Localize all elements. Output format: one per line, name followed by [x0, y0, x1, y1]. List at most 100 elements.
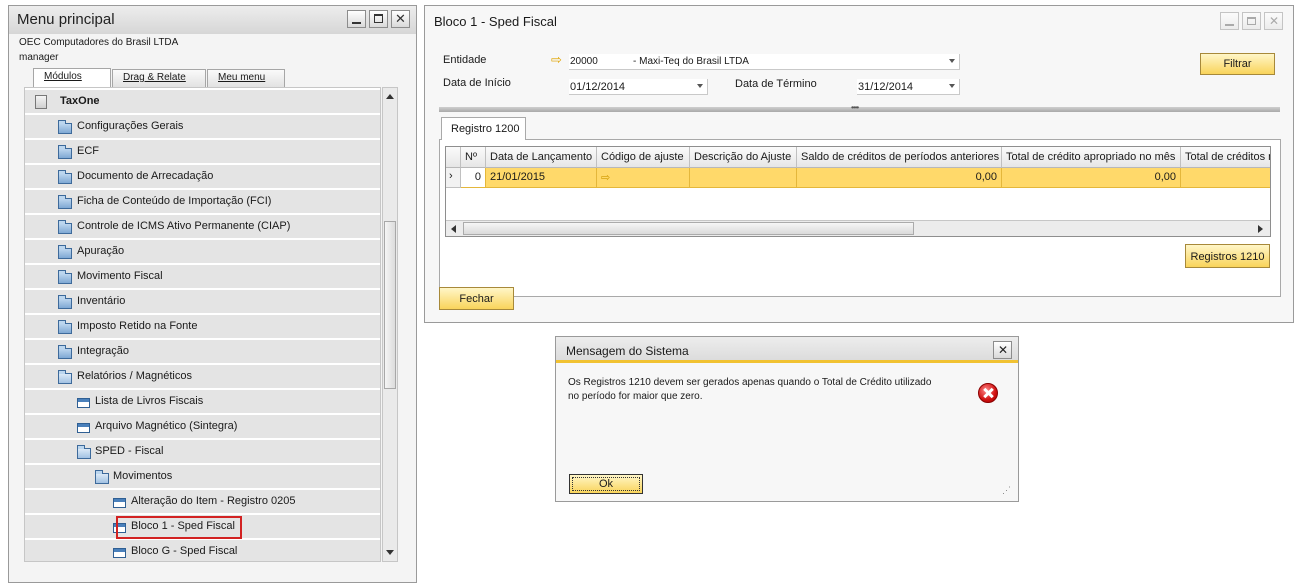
registros-1210-button[interactable]: Registros 1210 — [1185, 244, 1270, 268]
tree-item-fci[interactable]: Ficha de Conteúdo de Importação (FCI) — [25, 190, 380, 214]
close-button[interactable]: ✕ — [993, 341, 1012, 359]
column-header[interactable]: Código de ajuste — [597, 147, 690, 168]
scroll-down-icon[interactable] — [386, 550, 394, 555]
folder-icon — [58, 170, 72, 184]
minimize-button[interactable] — [1220, 12, 1239, 30]
tree-item-ciap[interactable]: Controle de ICMS Ativo Permanente (CIAP) — [25, 215, 380, 239]
tree-item-taxone[interactable]: TaxOne — [25, 90, 380, 114]
row-selector[interactable]: › — [446, 168, 461, 188]
tree-item-documento-arrecadacao[interactable]: Documento de Arrecadação — [25, 165, 380, 189]
column-header[interactable]: Nº — [461, 147, 486, 168]
scroll-up-icon[interactable] — [386, 94, 394, 99]
message-line: Os Registros 1210 devem ser gerados apen… — [568, 377, 932, 388]
tab-registro-1200[interactable]: Registro 1200 — [441, 117, 526, 140]
tree-item-label: Movimentos — [113, 470, 173, 482]
tree-item-configuracoes-gerais[interactable]: Configurações Gerais — [25, 115, 380, 139]
system-message-dialog: Mensagem do Sistema ✕ Os Registros 1210 … — [555, 336, 1019, 502]
cell-num[interactable]: 0 — [461, 168, 486, 188]
tree-item-inventario[interactable]: Inventário — [25, 290, 380, 314]
tree-item-apuracao[interactable]: Apuração — [25, 240, 380, 264]
tree-item-label: Alteração do Item - Registro 0205 — [131, 495, 296, 507]
chevron-down-icon — [949, 84, 955, 88]
grid-scroll-thumb[interactable] — [463, 222, 914, 235]
cell-total-creditos[interactable] — [1181, 168, 1270, 188]
tree-item-label: Configurações Gerais — [77, 120, 184, 132]
menu-tabs: Módulos Drag & Relate Meu menu — [33, 68, 286, 87]
column-header[interactable]: Total de créditos r — [1181, 147, 1270, 168]
entidade-name: - Maxi-Teq do Brasil LTDA — [633, 56, 749, 67]
menu-scroll-thumb[interactable] — [384, 221, 396, 389]
tree-item-label: Imposto Retido na Fonte — [77, 320, 198, 332]
tree-item-movimentos[interactable]: Movimentos — [25, 465, 380, 489]
fechar-button[interactable]: Fechar — [439, 287, 514, 310]
tree-item-arquivo-magnetico[interactable]: Arquivo Magnético (Sintegra) — [25, 415, 380, 439]
maximize-button[interactable] — [369, 10, 388, 28]
tree-item-relatorios-magneticos[interactable]: Relatórios / Magnéticos — [25, 365, 380, 389]
splitter[interactable]: •••• — [439, 103, 1280, 112]
tree-item-label: ECF — [77, 145, 99, 157]
entidade-select[interactable]: 20000 - Maxi-Teq do Brasil LTDA — [569, 54, 960, 70]
main-menu-window: Menu principal ✕ OEC Computadores do Bra… — [8, 5, 417, 583]
company-name: OEC Computadores do Brasil LTDA — [19, 37, 179, 48]
tree-item-label: Bloco G - Sped Fiscal — [131, 545, 238, 557]
close-icon: ✕ — [395, 11, 406, 26]
close-button[interactable]: ✕ — [1264, 12, 1283, 30]
tree-item-label: Relatórios / Magnéticos — [77, 370, 192, 382]
scroll-right-icon[interactable] — [1258, 225, 1263, 233]
cell-codigo[interactable]: ⇨ — [597, 168, 690, 188]
minimize-icon — [352, 22, 361, 24]
menu-scrollbar[interactable] — [382, 87, 398, 562]
close-button[interactable]: ✕ — [391, 10, 410, 28]
minimize-icon — [1225, 24, 1234, 26]
folder-icon — [58, 295, 72, 309]
minimize-button[interactable] — [347, 10, 366, 28]
dialog-message: Os Registros 1210 devem ser gerados apen… — [568, 376, 958, 404]
tree-item-imposto-retido[interactable]: Imposto Retido na Fonte — [25, 315, 380, 339]
main-menu-titlebar[interactable]: Menu principal ✕ — [9, 6, 416, 34]
folder-icon — [58, 245, 72, 259]
folder-icon — [58, 270, 72, 284]
folder-icon — [58, 145, 72, 159]
data-inicio-label: Data de Início — [443, 77, 511, 89]
cell-total-apropriado[interactable]: 0,00 — [1002, 168, 1181, 188]
tree-item-alteracao-item[interactable]: Alteração do Item - Registro 0205 — [25, 490, 380, 514]
link-arrow-icon[interactable]: ⇨ — [551, 52, 562, 68]
registro-grid: Nº Data de Lançamento Código de ajuste D… — [445, 146, 1271, 237]
tree-item-sped-fiscal[interactable]: SPED - Fiscal — [25, 440, 380, 464]
data-termino-field[interactable]: 31/12/2014 — [857, 79, 960, 95]
column-header[interactable]: Total de crédito apropriado no mês — [1002, 147, 1181, 168]
tree-item-ecf[interactable]: ECF — [25, 140, 380, 164]
column-header[interactable]: Saldo de créditos de períodos anteriores — [797, 147, 1002, 168]
tab-drag-relate[interactable]: Drag & Relate — [112, 69, 206, 87]
tree-item-lista-livros-fiscais[interactable]: Lista de Livros Fiscais — [25, 390, 380, 414]
form-icon — [77, 398, 90, 408]
form-icon — [77, 423, 90, 433]
link-arrow-icon[interactable]: ⇨ — [601, 172, 610, 184]
chevron-right-icon: › — [449, 170, 453, 182]
entidade-code: 20000 — [570, 56, 598, 67]
cell-saldo[interactable]: 0,00 — [797, 168, 1002, 188]
user-name: manager — [19, 52, 59, 63]
tab-meu-menu[interactable]: Meu menu — [207, 69, 285, 87]
scroll-left-icon[interactable] — [451, 225, 456, 233]
cell-descricao[interactable] — [690, 168, 797, 188]
column-header[interactable]: Descrição do Ajuste — [690, 147, 797, 168]
dialog-titlebar[interactable]: Mensagem do Sistema ✕ — [556, 337, 1018, 363]
maximize-button[interactable] — [1242, 12, 1261, 30]
cell-data[interactable]: 21/01/2015 — [486, 168, 597, 188]
data-inicio-field[interactable]: 01/12/2014 — [569, 79, 708, 95]
grid-hscrollbar[interactable] — [446, 220, 1270, 236]
message-line: no período for maior que zero. — [568, 391, 703, 402]
entidade-label: Entidade — [443, 54, 487, 66]
tab-modulos[interactable]: Módulos — [33, 68, 111, 87]
tree-item-bloco-g[interactable]: Bloco G - Sped Fiscal — [25, 540, 380, 561]
resize-grip-icon[interactable]: ⋰ — [1002, 485, 1011, 496]
column-header[interactable]: Data de Lançamento — [486, 147, 597, 168]
tree-item-label: TaxOne — [60, 95, 100, 107]
tree-item-integracao[interactable]: Integração — [25, 340, 380, 364]
filtrar-button[interactable]: Filtrar — [1200, 53, 1275, 75]
ok-button[interactable]: Ok — [569, 474, 643, 494]
maximize-icon — [1247, 17, 1256, 25]
tree-item-movimento-fiscal[interactable]: Movimento Fiscal — [25, 265, 380, 289]
row-selector-header — [446, 147, 461, 168]
